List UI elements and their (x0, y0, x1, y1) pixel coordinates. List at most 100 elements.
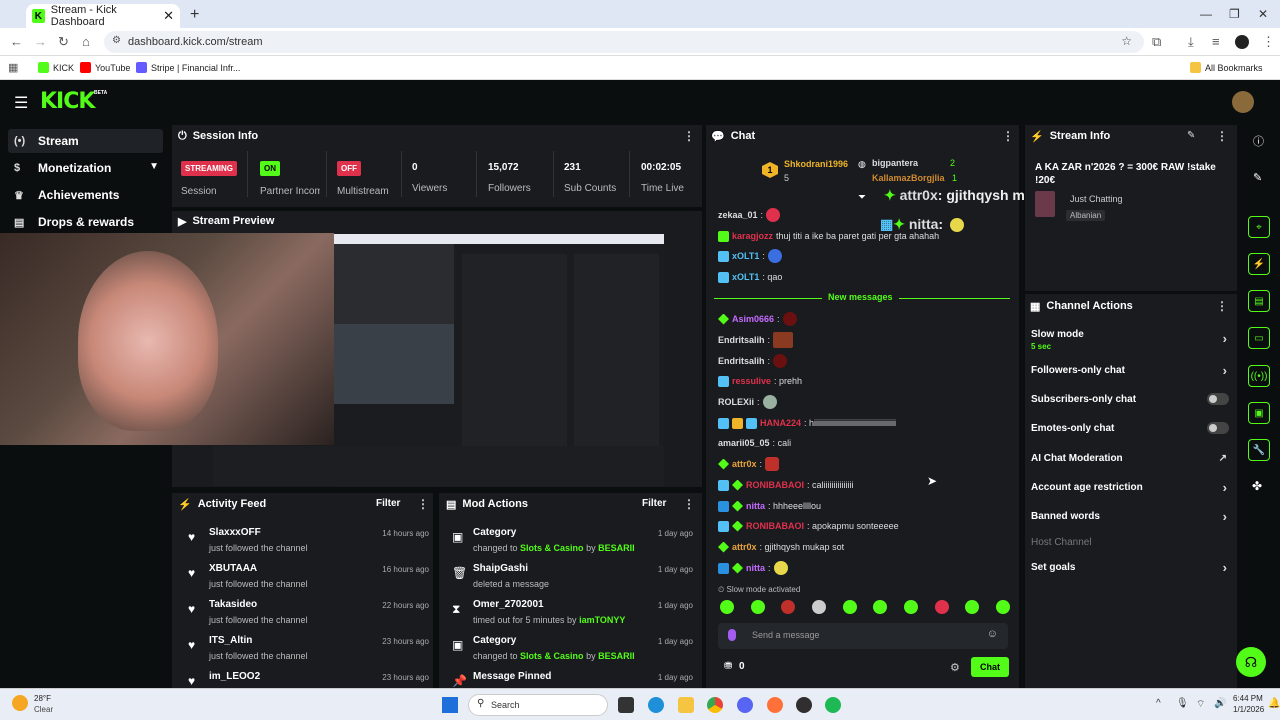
clock-date[interactable]: 1/1/2026 (1233, 705, 1264, 714)
obs-icon[interactable] (796, 697, 812, 713)
emote-angry-icon[interactable] (781, 600, 796, 614)
category-name[interactable]: Just Chatting (1070, 194, 1123, 204)
bookmark-kick[interactable]: KICK (38, 62, 74, 73)
browser-tab[interactable]: K Stream - Kick Dashboard ✕ (26, 4, 180, 28)
clock-time[interactable]: 6:44 PM (1233, 694, 1263, 703)
chat-menu-icon[interactable]: ⋮ (1002, 129, 1014, 143)
notification-bell-icon[interactable]: 🔔 (1268, 698, 1280, 709)
set-goals-row[interactable]: Set goals › (1031, 556, 1231, 578)
weather-icon[interactable] (12, 695, 28, 711)
new-tab-icon[interactable]: + (190, 6, 199, 24)
points-icon[interactable]: ⛃ (724, 661, 732, 672)
maximize-icon[interactable]: ❐ (1229, 7, 1240, 21)
emote-ball-icon[interactable] (811, 600, 826, 614)
rail-button-1[interactable]: ⌖ (1248, 216, 1270, 238)
all-bookmarks[interactable]: All Bookmarks (1190, 62, 1263, 73)
send-chat-button[interactable]: Chat (971, 657, 1009, 677)
partner-badge[interactable]: ON (260, 160, 280, 176)
emote-kick-icon[interactable] (965, 600, 980, 614)
firefox-icon[interactable] (767, 697, 783, 713)
support-headset-icon[interactable]: ☊ (1236, 647, 1266, 677)
emote-kick-icon[interactable] (842, 600, 857, 614)
slow-mode-row[interactable]: Slow mode 5 sec › (1031, 325, 1231, 351)
close-window-icon[interactable]: ✕ (1258, 7, 1268, 21)
home-icon[interactable]: ⌂ (82, 34, 90, 49)
close-tab-icon[interactable]: ✕ (163, 8, 174, 24)
session-menu-icon[interactable]: ⋮ (683, 129, 695, 143)
extensions-icon[interactable]: ⧉ (1152, 34, 1161, 50)
discord-icon[interactable] (737, 697, 753, 713)
chat-input[interactable]: Send a message ☺ (718, 623, 1008, 649)
sidebar-item-drops[interactable]: ▤ Drops & rewards (8, 210, 163, 234)
sort-icon[interactable]: ⏷ (858, 192, 866, 203)
chevron-up-icon[interactable]: ^ (1156, 698, 1161, 709)
settings-gear-icon[interactable]: ⚙ (950, 661, 960, 674)
edit-pencil-icon[interactable]: ✎ (1187, 130, 1195, 141)
mic-icon[interactable] (728, 629, 736, 641)
chrome-icon[interactable] (707, 697, 723, 713)
bookmark-stripe[interactable]: Stripe | Financial Infr... (136, 62, 240, 73)
account-age-row[interactable]: Account age restriction › (1031, 476, 1231, 498)
leader-2-name[interactable]: bigpantera (872, 158, 918, 168)
emote-kick-icon[interactable] (995, 600, 1010, 614)
file-explorer-icon[interactable] (678, 697, 694, 713)
profile-avatar[interactable] (1235, 35, 1249, 49)
site-info-icon[interactable]: ⚙ (112, 35, 121, 46)
banned-words-row[interactable]: Banned words › (1031, 505, 1231, 527)
rail-button-7[interactable]: 🔧 (1248, 439, 1270, 461)
subscribers-only-toggle[interactable] (1207, 393, 1229, 405)
volume-icon[interactable]: 🔊 (1214, 698, 1226, 709)
task-view-icon[interactable] (618, 697, 634, 713)
emote-kick-icon[interactable] (750, 600, 765, 614)
chrome-menu-icon[interactable]: ⋮ (1262, 34, 1275, 50)
activity-menu-icon[interactable]: ⋮ (417, 497, 429, 511)
apps-grid-icon[interactable]: ▦ (8, 61, 18, 74)
mod-menu-icon[interactable]: ⋮ (683, 497, 695, 511)
media-icon[interactable]: ≡ (1212, 34, 1220, 49)
channel-actions-menu-icon[interactable]: ⋮ (1216, 299, 1228, 313)
sidebar-item-stream[interactable]: (•) Stream (8, 129, 163, 153)
sidebar-item-monetization[interactable]: $ Monetization ▼ (8, 156, 163, 180)
reload-icon[interactable]: ↻ (58, 34, 69, 50)
multistream-badge[interactable]: OFF (337, 160, 361, 176)
back-icon[interactable]: ← (10, 34, 23, 49)
url-input[interactable]: ⚙ dashboard.kick.com/stream ☆ (104, 31, 1144, 53)
info-circle-icon[interactable]: ⓘ (1253, 133, 1264, 149)
leader-3-name[interactable]: KallamazBorgjlia (872, 173, 945, 183)
stream-info-menu-icon[interactable]: ⋮ (1216, 129, 1228, 143)
emoji-icon[interactable]: ☺ (987, 628, 998, 640)
activity-filter-button[interactable]: Filter (376, 498, 400, 509)
leader-1-name[interactable]: Shkodrani1996 (784, 159, 848, 169)
emotes-only-toggle[interactable] (1207, 422, 1229, 434)
rail-button-2[interactable]: ⚡ (1248, 253, 1270, 275)
download-icon[interactable]: ⤓ (1188, 34, 1194, 50)
bookmark-star-icon[interactable]: ☆ (1121, 34, 1132, 48)
rail-button-6[interactable]: ▣ (1248, 402, 1270, 424)
wifi-icon[interactable]: ⌔ (1196, 698, 1205, 711)
forward-icon[interactable]: → (34, 34, 47, 49)
new-messages-label[interactable]: New messages (822, 292, 899, 302)
mod-filter-button[interactable]: Filter (642, 498, 666, 509)
kick-logo[interactable]: KICK (40, 89, 95, 114)
microphone-icon[interactable]: 🎙 (1176, 698, 1189, 709)
followers-only-row[interactable]: Followers-only chat › (1031, 359, 1231, 381)
ai-moderation-row[interactable]: AI Chat Moderation ↗ (1031, 447, 1231, 469)
pencil-icon[interactable]: ✎ (1253, 171, 1262, 184)
apps-icon[interactable]: ✤ (1252, 479, 1262, 493)
user-avatar[interactable] (1232, 91, 1254, 113)
minimize-icon[interactable]: — (1200, 7, 1212, 21)
emote-kick-icon[interactable] (903, 600, 918, 614)
emote-kick-icon[interactable] (873, 600, 888, 614)
edge-icon[interactable] (648, 697, 664, 713)
spotify-icon[interactable] (825, 697, 841, 713)
hamburger-menu-icon[interactable]: ☰ (14, 93, 28, 113)
rail-button-4[interactable]: ▭ (1248, 327, 1270, 349)
emote-hat-icon[interactable] (934, 600, 949, 614)
emote-kick-icon[interactable] (720, 600, 734, 614)
rail-button-3[interactable]: ▤ (1248, 290, 1270, 312)
rail-button-5[interactable]: ((•)) (1248, 365, 1270, 387)
windows-start-icon[interactable] (442, 697, 458, 713)
bookmark-youtube[interactable]: YouTube (80, 62, 130, 73)
sidebar-item-achievements[interactable]: ♛ Achievements (8, 183, 163, 207)
taskbar-search[interactable]: ⚲ Search (468, 694, 608, 716)
